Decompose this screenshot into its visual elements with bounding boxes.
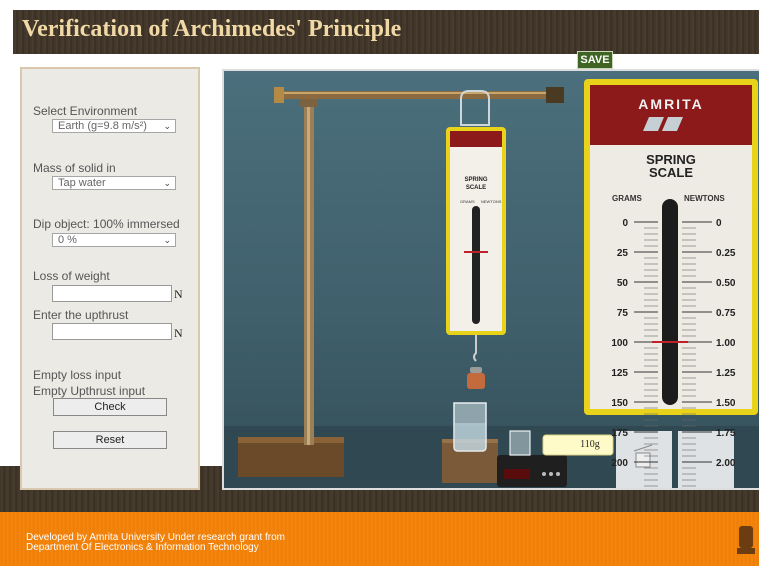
- page-title: Verification of Archimedes' Principle: [22, 16, 402, 42]
- grams-tick-label: 225: [611, 488, 628, 490]
- dip-label: Dip object: 100% immersed: [33, 217, 180, 231]
- grams-label: GRAMS: [612, 194, 642, 203]
- grams-tick-label: 0: [622, 218, 628, 229]
- small-scale-slot: [472, 206, 480, 324]
- check-button[interactable]: Check: [53, 398, 167, 416]
- hanging-weight[interactable]: [467, 373, 485, 389]
- newtons-tick-label: 1.50: [716, 398, 736, 409]
- grams-tick-label: 25: [617, 248, 629, 259]
- reset-button[interactable]: Reset: [53, 431, 167, 449]
- mass-value: Tap water: [58, 177, 106, 189]
- newtons-tick-label: 0.75: [716, 308, 736, 319]
- loss-input[interactable]: [52, 285, 172, 302]
- mass-select[interactable]: Tap water ⌄: [52, 176, 176, 190]
- newtons-tick-label: 1.25: [716, 368, 736, 379]
- chevron-down-icon: ⌄: [163, 121, 171, 131]
- environment-value: Earth (g=9.8 m/s²): [58, 120, 147, 132]
- grams-tick-label: 50: [617, 278, 629, 289]
- big-scale-slot: [662, 199, 678, 405]
- small-newtons-label: NEWTONS: [481, 199, 502, 204]
- loss-message: Empty loss input: [33, 368, 122, 382]
- upthrust-unit: N: [174, 326, 183, 340]
- balance-tooltip-text: 110g: [580, 439, 600, 450]
- small-grams-label: GRAMS: [460, 199, 475, 204]
- upthrust-label: Enter the upthrust: [33, 308, 129, 322]
- environment-label: Select Environment: [33, 104, 138, 118]
- newtons-tick-label: 2.25: [716, 488, 736, 490]
- hanger-hook: [473, 335, 477, 362]
- arm-knob: [546, 87, 564, 103]
- loss-unit: N: [174, 287, 183, 301]
- grams-tick-label: 75: [617, 308, 629, 319]
- newtons-tick-label: 1.00: [716, 338, 736, 349]
- upthrust-input[interactable]: [52, 323, 172, 340]
- grams-tick-label: 175: [611, 428, 628, 439]
- big-scale-title2: SCALE: [649, 165, 693, 180]
- chevron-down-icon: ⌄: [163, 178, 171, 188]
- mass-label: Mass of solid in: [33, 161, 116, 175]
- dip-select[interactable]: 0 % ⌄: [52, 233, 176, 247]
- grams-tick-label: 150: [611, 398, 628, 409]
- balance-tooltip: [542, 434, 614, 456]
- emblem-icon: [735, 520, 757, 560]
- environment-select[interactable]: Earth (g=9.8 m/s²) ⌄: [52, 119, 176, 133]
- small-scale-title1: SPRING: [464, 177, 487, 183]
- newtons-tick-label: 0.50: [716, 278, 736, 289]
- catch-beaker[interactable]: [509, 430, 531, 456]
- upthrust-message: Empty Upthrust input: [33, 384, 146, 398]
- newtons-tick-label: 0.25: [716, 248, 736, 259]
- newtons-tick-label: 1.75: [716, 428, 736, 439]
- newtons-label: NEWTONS: [684, 194, 725, 203]
- apparatus-svg: SPRING SCALE GRAMS NEWTONS 110g AMRITA S…: [224, 79, 759, 490]
- balance-display: [504, 469, 530, 479]
- grams-tick-label: 200: [611, 458, 628, 469]
- grams-tick-label: 125: [611, 368, 628, 379]
- footer-text: Developed by Amrita University Under res…: [26, 533, 285, 553]
- loss-label: Loss of weight: [33, 269, 110, 283]
- newtons-tick-label: 0: [716, 218, 722, 229]
- dip-value: 0 %: [58, 234, 77, 246]
- footer-line2: Department Of Electronics & Information …: [26, 542, 259, 553]
- small-scale-title2: SCALE: [466, 185, 486, 191]
- save-button[interactable]: SAVE: [577, 51, 613, 69]
- newtons-tick-label: 2.00: [716, 458, 736, 469]
- chevron-down-icon: ⌄: [163, 235, 171, 245]
- grams-tick-label: 100: [611, 338, 628, 349]
- big-scale-brand: AMRITA: [638, 96, 703, 112]
- simulation-stage: SPRING SCALE GRAMS NEWTONS 110g AMRITA S…: [222, 69, 759, 490]
